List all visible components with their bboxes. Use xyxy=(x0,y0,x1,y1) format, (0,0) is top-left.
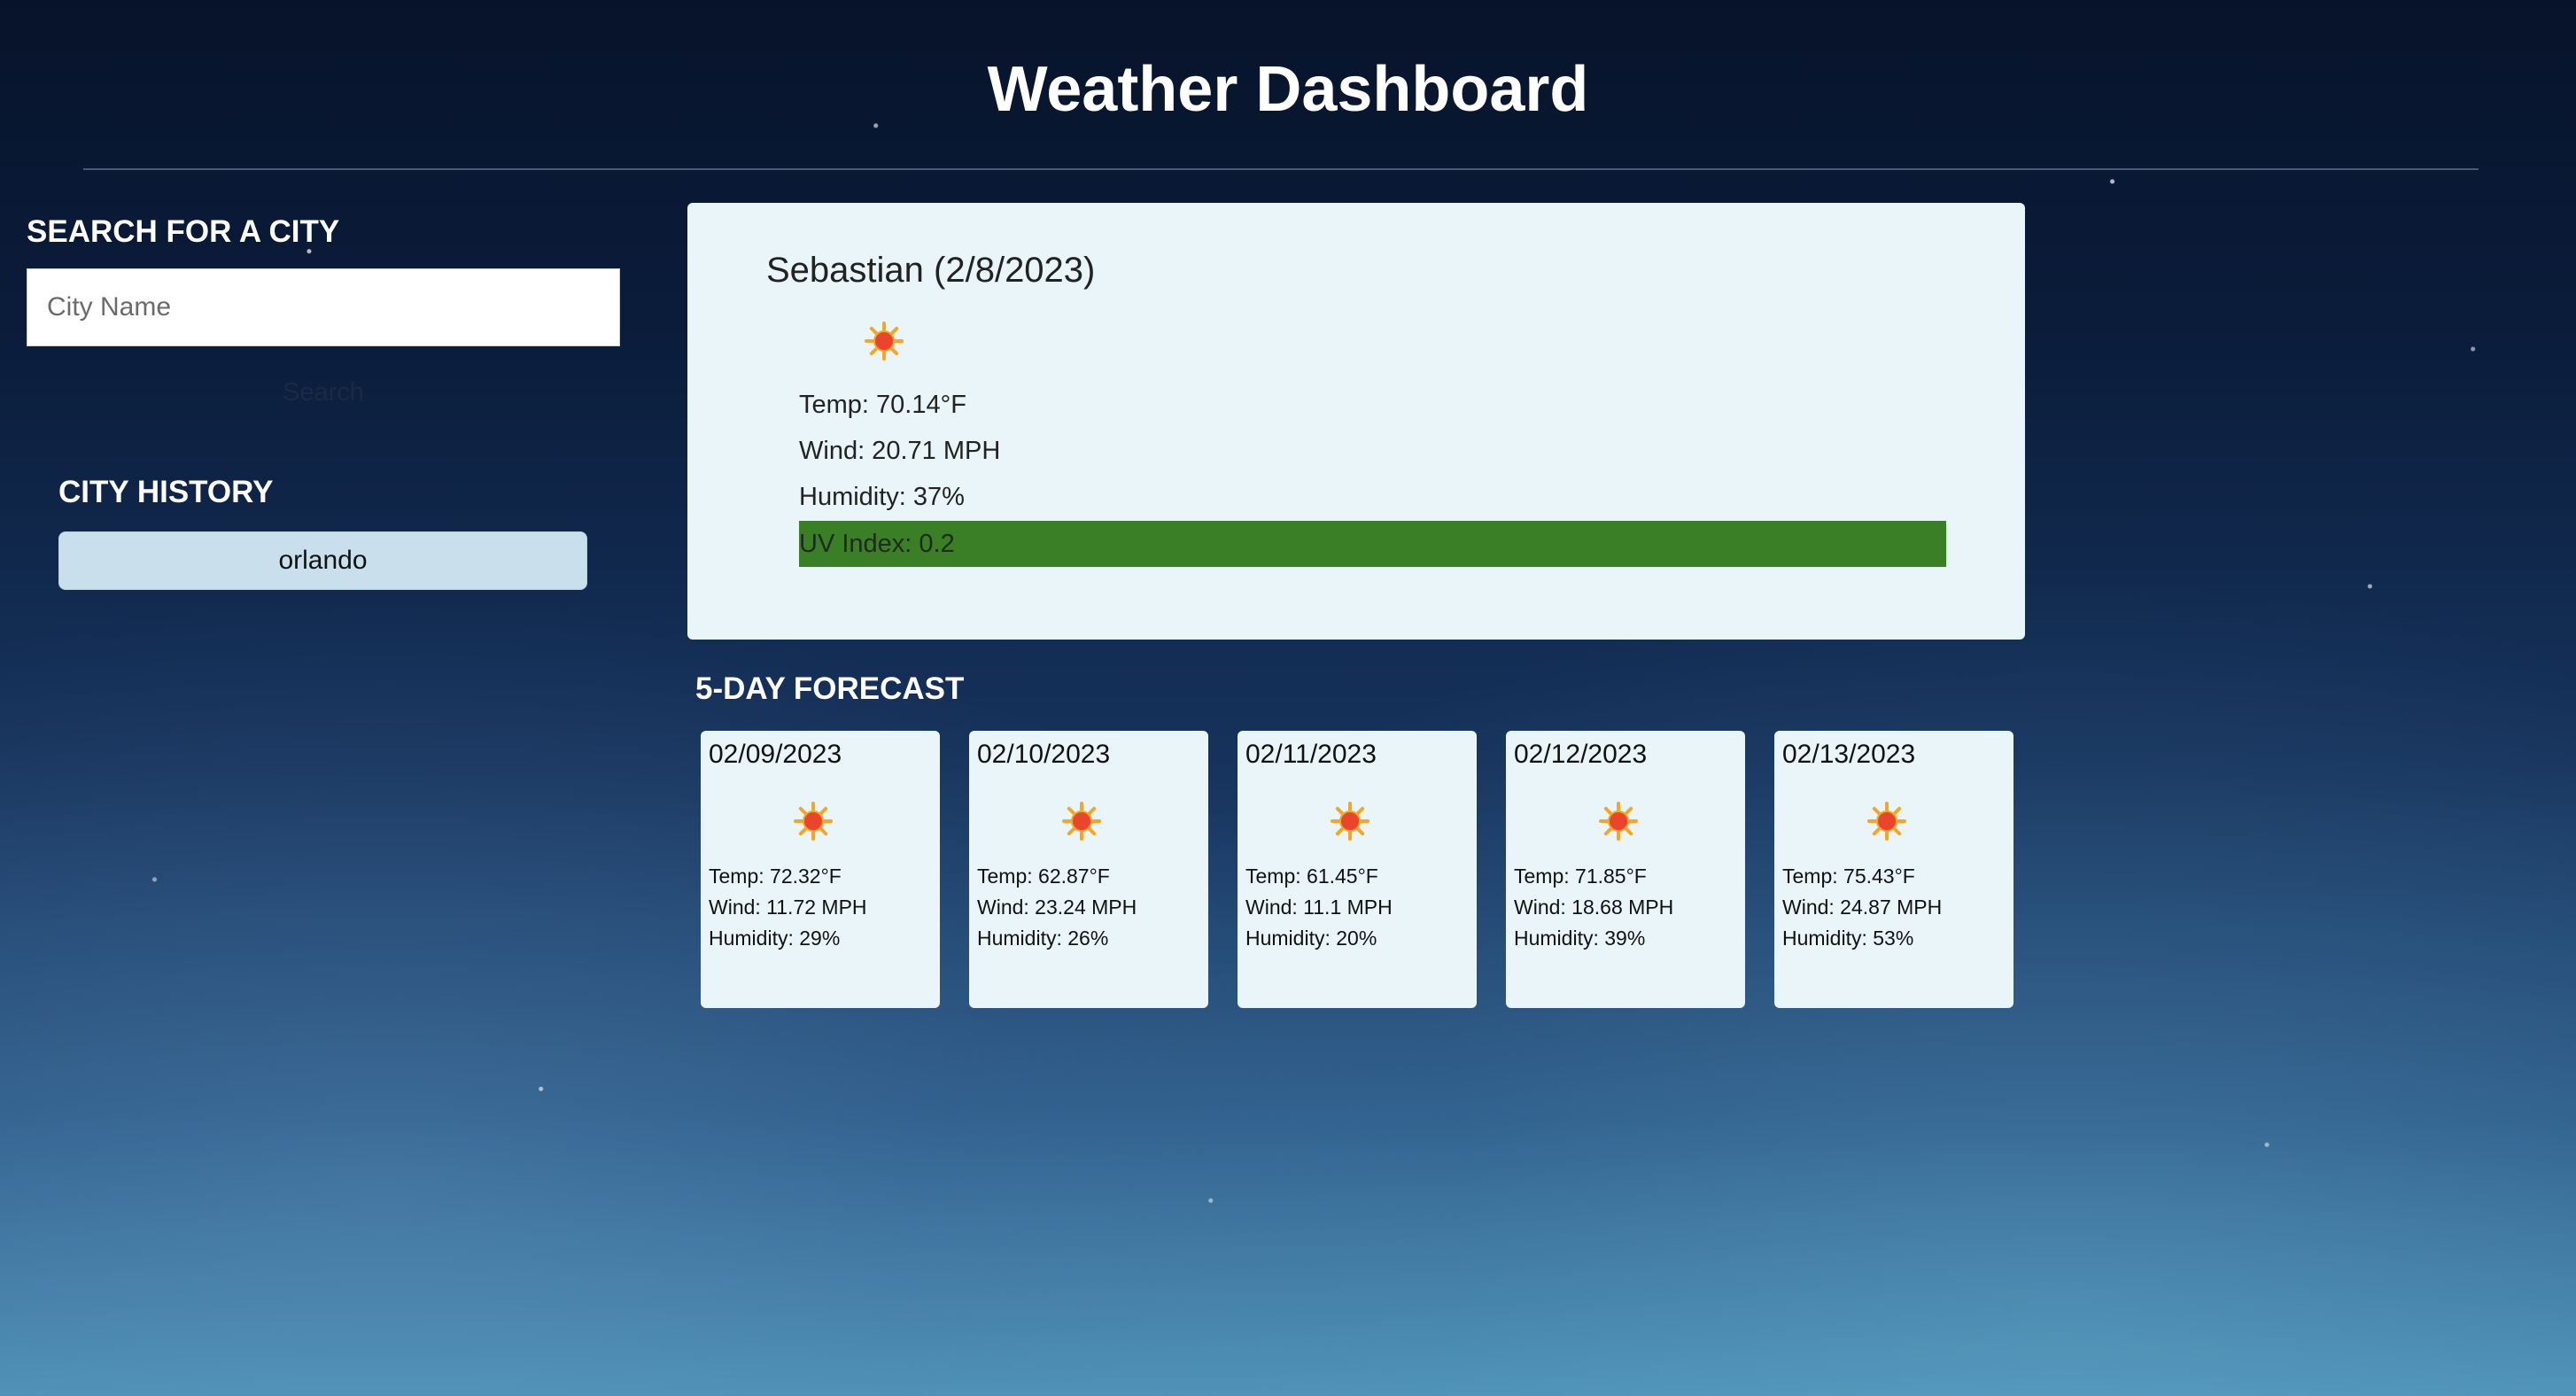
current-wind: Wind: 20.71 MPH xyxy=(799,437,1001,465)
forecast-wind: Wind: 11.72 MPH xyxy=(709,896,867,919)
forecast-date: 02/09/2023 xyxy=(709,740,842,769)
current-humidity: Humidity: 37% xyxy=(799,483,965,511)
forecast-card: 02/13/2023 Temp: 75.43°F Wind: 24.87 MPH… xyxy=(1774,731,2013,1008)
sun-icon xyxy=(1599,802,1638,841)
current-temp: Temp: 70.14°F xyxy=(799,391,966,419)
uv-index-badge: UV Index: 0.2 xyxy=(799,521,1946,567)
forecast-temp: Temp: 61.45°F xyxy=(1245,865,1378,888)
forecast-date: 02/11/2023 xyxy=(1245,740,1377,769)
forecast-card: 02/11/2023 Temp: 61.45°F Wind: 11.1 MPH … xyxy=(1238,731,1477,1008)
forecast-date: 02/12/2023 xyxy=(1514,740,1648,769)
forecast-temp: Temp: 62.87°F xyxy=(977,865,1110,888)
search-heading: SEARCH FOR A CITY xyxy=(27,214,340,249)
forecast-temp: Temp: 72.32°F xyxy=(709,865,842,888)
page-title: Weather Dashboard xyxy=(987,54,1589,125)
forecast-card: 02/10/2023 Temp: 62.87°F Wind: 23.24 MPH… xyxy=(969,731,1208,1008)
sun-icon xyxy=(1867,802,1906,841)
sun-icon xyxy=(794,802,833,841)
forecast-humidity: Humidity: 26% xyxy=(977,927,1109,950)
city-history-heading: CITY HISTORY xyxy=(58,475,274,509)
forecast-card: 02/09/2023 Temp: 72.32°F Wind: 11.72 MPH… xyxy=(701,731,940,1008)
forecast-temp: Temp: 75.43°F xyxy=(1782,865,1915,888)
search-button[interactable]: Search xyxy=(27,372,620,413)
forecast-date: 02/10/2023 xyxy=(977,740,1111,769)
forecast-wind: Wind: 23.24 MPH xyxy=(977,896,1137,919)
forecast-wind: Wind: 11.1 MPH xyxy=(1245,896,1393,919)
forecast-humidity: Humidity: 53% xyxy=(1782,927,1914,950)
forecast-card: 02/12/2023 Temp: 71.85°F Wind: 18.68 MPH… xyxy=(1506,731,1745,1008)
forecast-humidity: Humidity: 29% xyxy=(709,927,841,950)
sun-icon xyxy=(865,322,904,361)
current-weather-card: Sebastian (2/8/2023) Temp: 70.14°F Wind:… xyxy=(687,203,2025,640)
city-search-input[interactable] xyxy=(27,268,620,346)
history-item-orlando[interactable]: orlando xyxy=(58,531,587,590)
forecast-wind: Wind: 18.68 MPH xyxy=(1514,896,1674,919)
current-city-title: Sebastian (2/8/2023) xyxy=(766,251,1096,290)
forecast-wind: Wind: 24.87 MPH xyxy=(1782,896,1943,919)
uv-index-label: UV Index: 0.2 xyxy=(799,529,955,558)
header-divider xyxy=(83,168,2479,170)
sun-icon xyxy=(1331,802,1369,841)
forecast-heading: 5-DAY FORECAST xyxy=(695,671,965,706)
page-header: Weather Dashboard xyxy=(0,0,2576,170)
forecast-temp: Temp: 71.85°F xyxy=(1514,865,1647,888)
sun-icon xyxy=(1062,802,1101,841)
forecast-date: 02/13/2023 xyxy=(1782,740,1916,769)
forecast-humidity: Humidity: 39% xyxy=(1514,927,1646,950)
forecast-humidity: Humidity: 20% xyxy=(1245,927,1377,950)
